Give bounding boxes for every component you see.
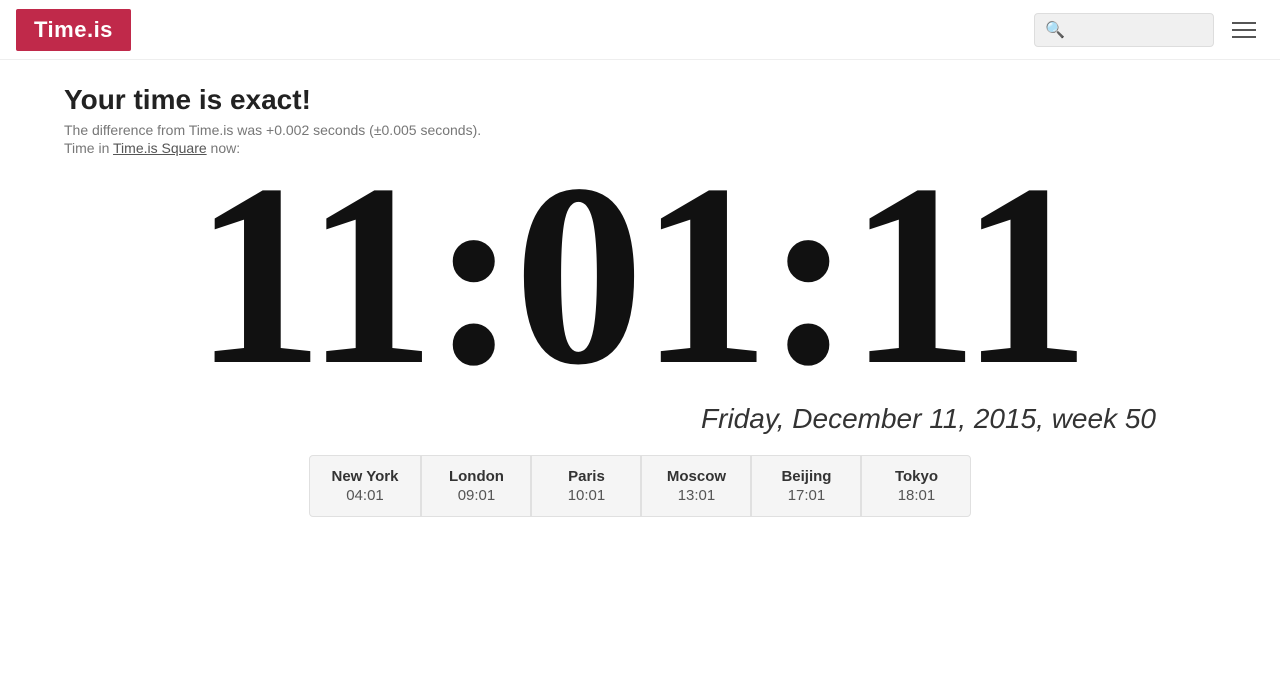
- city-time: 09:01: [444, 487, 508, 504]
- square-prefix: Time in: [64, 140, 113, 156]
- city-time: 13:01: [664, 487, 728, 504]
- city-name: New York: [332, 468, 399, 485]
- search-icon: 🔍: [1045, 20, 1065, 40]
- search-input[interactable]: [1071, 22, 1203, 38]
- city-name: London: [444, 468, 508, 485]
- city-name: Paris: [554, 468, 618, 485]
- time-square-link[interactable]: Time.is Square: [113, 140, 207, 156]
- hamburger-line-2: [1232, 29, 1256, 31]
- hamburger-line-3: [1232, 36, 1256, 38]
- city-card[interactable]: Paris 10:01: [531, 455, 641, 517]
- hamburger-button[interactable]: [1224, 14, 1264, 46]
- main-content: Your time is exact! The difference from …: [0, 60, 1280, 537]
- city-time: 04:01: [332, 487, 399, 504]
- city-card[interactable]: Beijing 17:01: [751, 455, 861, 517]
- city-name: Tokyo: [884, 468, 948, 485]
- city-card[interactable]: Moscow 13:01: [641, 455, 751, 517]
- city-name: Beijing: [774, 468, 838, 485]
- header-right: 🔍: [1034, 13, 1264, 47]
- city-time: 18:01: [884, 487, 948, 504]
- hamburger-line-1: [1232, 22, 1256, 24]
- city-times: New York 04:01 London 09:01 Paris 10:01 Moscow…: [64, 455, 1216, 517]
- logo[interactable]: Time.is: [16, 9, 131, 51]
- city-card[interactable]: New York 04:01: [309, 455, 422, 517]
- city-name: Moscow: [664, 468, 728, 485]
- city-card[interactable]: London 09:01: [421, 455, 531, 517]
- search-box[interactable]: 🔍: [1034, 13, 1214, 47]
- city-time: 10:01: [554, 487, 618, 504]
- city-time: 17:01: [774, 487, 838, 504]
- big-clock: 11:01:11: [64, 156, 1216, 395]
- city-card[interactable]: Tokyo 18:01: [861, 455, 971, 517]
- clock-container: 11:01:11: [64, 156, 1216, 395]
- header: Time.is 🔍: [0, 0, 1280, 60]
- time-exact-heading: Your time is exact!: [64, 84, 1216, 116]
